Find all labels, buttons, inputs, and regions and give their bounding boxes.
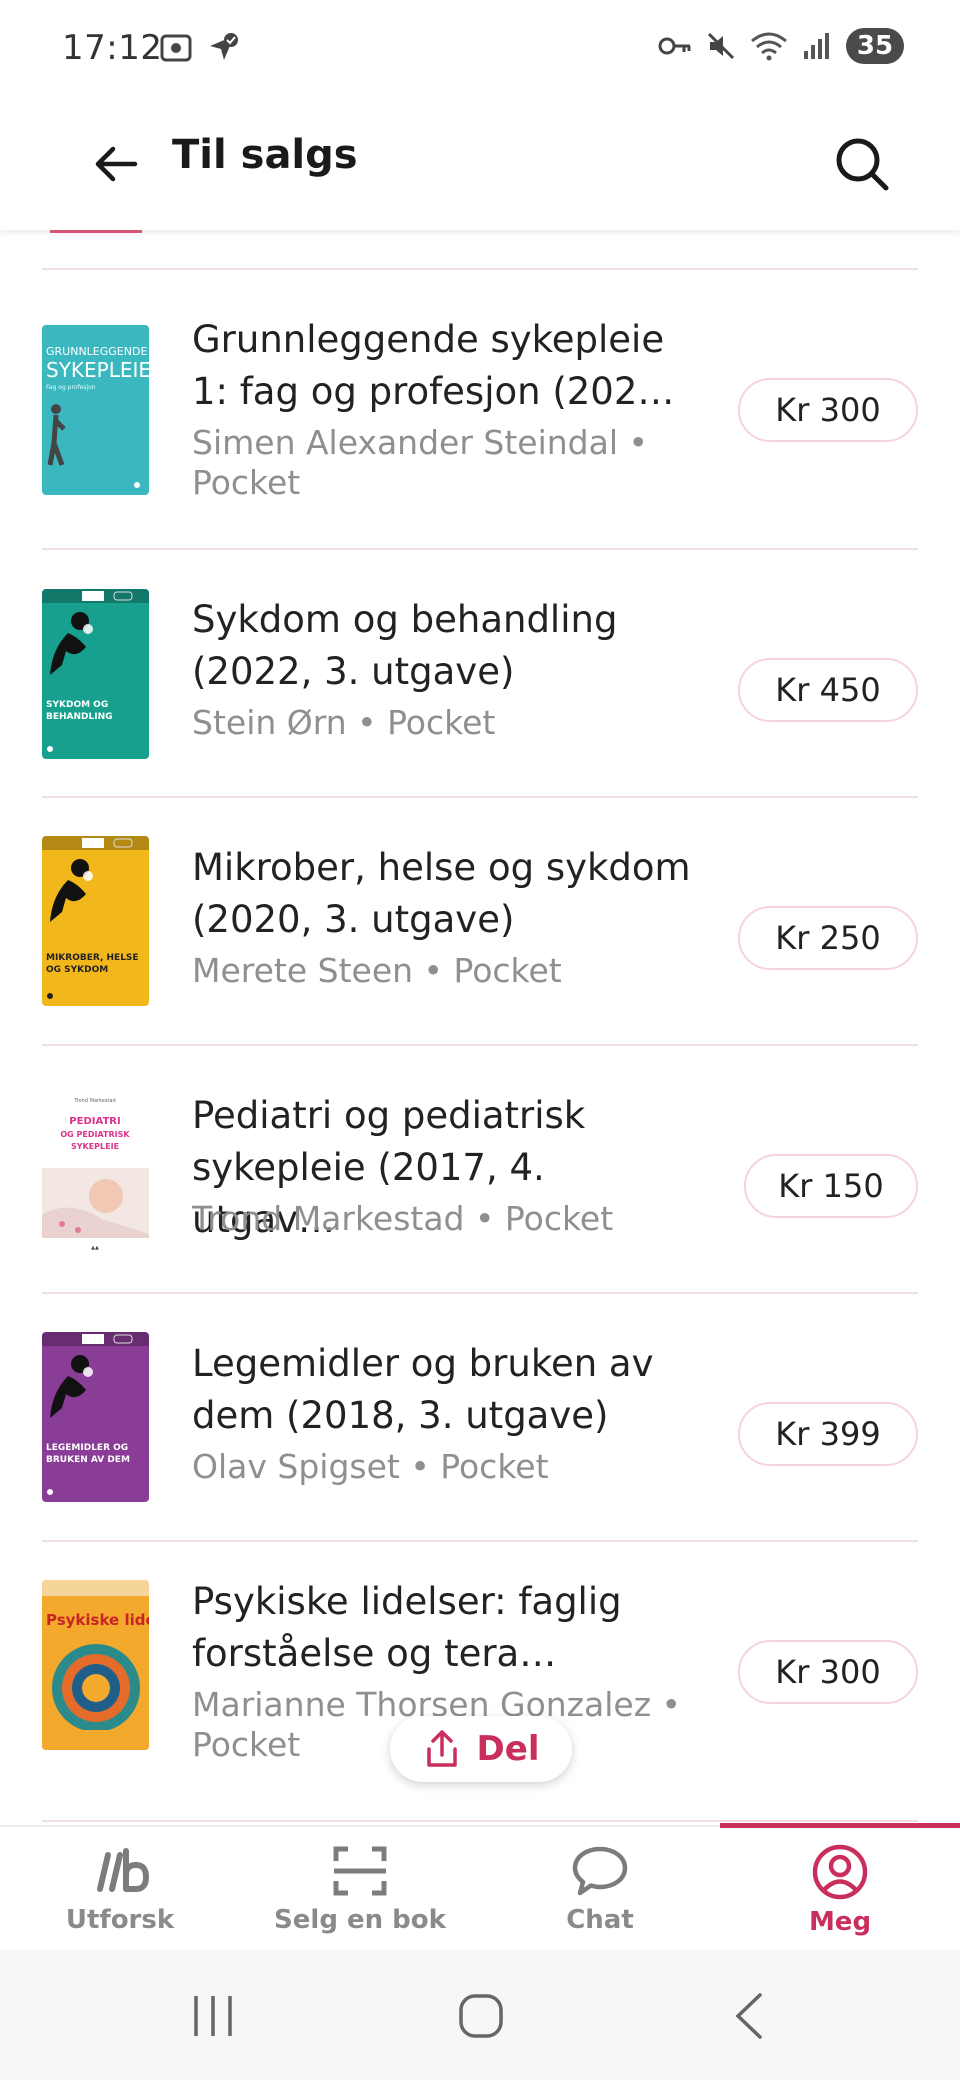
svg-text:OG PEDIATRISK: OG PEDIATRISK — [60, 1130, 130, 1139]
home-button[interactable] — [446, 1986, 516, 2046]
status-left-icons — [158, 30, 240, 66]
book-author-format: Simen Alexander Steindal • Pocket — [192, 423, 648, 502]
svg-text:SYKDOM OG: SYKDOM OG — [46, 700, 108, 710]
price-chip[interactable]: Kr 300 — [738, 1640, 918, 1704]
share-icon — [426, 1730, 457, 1767]
book-cover-image: Trond Markestad PEDIATRI OG PEDIATRISK S… — [42, 1084, 149, 1254]
book-title: Mikrober, helse og sykdom (2020, 3. utga… — [192, 846, 691, 941]
search-icon — [836, 138, 889, 191]
book-list-area: GRUNNLEGGENDE SYKEPLEIE Fag og profesjon… — [0, 230, 960, 1825]
book-list-item[interactable]: LEGEMIDLER OG BRUKEN AV DEM Legemidler o… — [42, 1294, 918, 1542]
explore-icon — [97, 1848, 150, 1892]
nav-item-utforsk[interactable]: Utforsk — [0, 1827, 240, 1950]
svg-text:SYKEPLEIE: SYKEPLEIE — [46, 358, 149, 382]
book-list-item[interactable]: GRUNNLEGGENDE SYKEPLEIE Fag og profesjon… — [42, 270, 918, 550]
signal-icon — [804, 33, 829, 59]
nav-label: Utforsk — [65, 1905, 175, 1935]
nav-label: Meg — [808, 1907, 872, 1937]
location-check-icon — [210, 33, 238, 60]
recent-apps-button[interactable] — [178, 1986, 248, 2046]
price-chip[interactable]: Kr 150 — [744, 1154, 918, 1218]
svg-text:Psykiske lidelse: Psykiske lidelse — [46, 1611, 149, 1629]
page-title: Til salgs — [172, 132, 358, 178]
recent-apps-icon — [194, 1996, 232, 2036]
price-chip[interactable]: Kr 250 — [738, 906, 918, 970]
nav-label: Selg en bok — [274, 1905, 446, 1935]
status-right-icons: 35 — [658, 28, 904, 64]
wifi-icon — [751, 32, 787, 61]
nav-item-selg-en-bok[interactable]: Selg en bok — [240, 1827, 480, 1950]
status-bar: 17:12 35 — [0, 0, 960, 98]
svg-text:Trond Markestad: Trond Markestad — [73, 1098, 115, 1104]
book-author-format: Trond Markestad • Pocket — [192, 1199, 614, 1238]
share-label: Del — [476, 1729, 540, 1769]
home-icon — [459, 1994, 503, 2038]
chat-icon — [572, 1846, 628, 1896]
svg-text:MIKROBER, HELSE: MIKROBER, HELSE — [46, 953, 139, 963]
price-chip[interactable]: Kr 300 — [738, 378, 918, 442]
svg-text:LEGEMIDLER OG: LEGEMIDLER OG — [46, 1443, 128, 1453]
svg-text:PEDIATRI: PEDIATRI — [69, 1116, 120, 1127]
svg-text:SYKEPLEIE: SYKEPLEIE — [71, 1142, 119, 1151]
svg-text:GRUNNLEGGENDE: GRUNNLEGGENDE — [46, 345, 147, 358]
battery-indicator: 35 — [846, 28, 904, 64]
book-title: Grunnleggende sykepleie 1: fag og profes… — [192, 318, 675, 413]
back-button[interactable] — [82, 130, 150, 198]
arrow-left-icon — [95, 146, 138, 182]
profile-icon — [812, 1844, 868, 1900]
svg-text:Fag og profesjon: Fag og profesjon — [46, 384, 96, 391]
book-list-item[interactable]: SYKDOM OG BEHANDLING Sykdom og behandlin… — [42, 550, 918, 798]
svg-text:BRUKEN AV DEM: BRUKEN AV DEM — [46, 1455, 130, 1465]
price-chip[interactable]: Kr 450 — [738, 658, 918, 722]
nav-item-meg[interactable]: Meg — [720, 1823, 960, 1950]
share-button[interactable]: Del — [390, 1716, 572, 1782]
book-title: Sykdom og behandling (2022, 3. utgave) — [192, 598, 618, 693]
book-list: GRUNNLEGGENDE SYKEPLEIE Fag og profesjon… — [0, 270, 960, 1822]
book-author-format: Merete Steen • Pocket — [192, 951, 562, 990]
book-author-format: Olav Spigset • Pocket — [192, 1447, 549, 1486]
book-title: Psykiske lidelser: faglig forståelse og … — [192, 1580, 622, 1675]
book-cover-image: LEGEMIDLER OG BRUKEN AV DEM — [42, 1332, 149, 1502]
previous-item-accent — [50, 230, 142, 233]
nav-label: Chat — [566, 1905, 634, 1935]
book-cover-image: Psykiske lidelse — [42, 1580, 149, 1750]
bottom-navigation: Utforsk Selg en bok Chat Meg — [0, 1823, 960, 1950]
system-back-button[interactable] — [715, 1986, 785, 2046]
scan-icon — [333, 1846, 387, 1896]
active-tab-indicator — [720, 1823, 960, 1828]
book-list-item[interactable]: Trond Markestad PEDIATRI OG PEDIATRISK S… — [42, 1046, 918, 1294]
book-cover-image: MIKROBER, HELSE OG SYKDOM — [42, 836, 149, 1006]
book-title: Legemidler og bruken av dem (2018, 3. ut… — [192, 1342, 654, 1437]
svg-text:OG SYKDOM: OG SYKDOM — [46, 965, 108, 975]
svg-text:▲▲: ▲▲ — [91, 1245, 99, 1251]
mute-icon — [707, 32, 735, 60]
key-icon — [658, 37, 691, 55]
book-author-format: Stein Ørn • Pocket — [192, 703, 496, 742]
chevron-left-icon — [735, 1993, 762, 2039]
book-cover-image: GRUNNLEGGENDE SYKEPLEIE Fag og profesjon — [42, 325, 149, 495]
system-navigation-bar — [0, 1950, 960, 2080]
search-button[interactable] — [824, 126, 900, 202]
screenshot-icon — [160, 34, 192, 62]
book-cover-image: SYKDOM OG BEHANDLING — [42, 589, 149, 759]
nav-item-chat[interactable]: Chat — [480, 1827, 720, 1950]
status-time: 17:12 — [62, 28, 163, 68]
svg-text:BEHANDLING: BEHANDLING — [46, 712, 113, 722]
price-chip[interactable]: Kr 399 — [738, 1402, 918, 1466]
book-list-item[interactable]: MIKROBER, HELSE OG SYKDOM Mikrober, hels… — [42, 798, 918, 1046]
app-bar: Til salgs — [0, 98, 960, 230]
